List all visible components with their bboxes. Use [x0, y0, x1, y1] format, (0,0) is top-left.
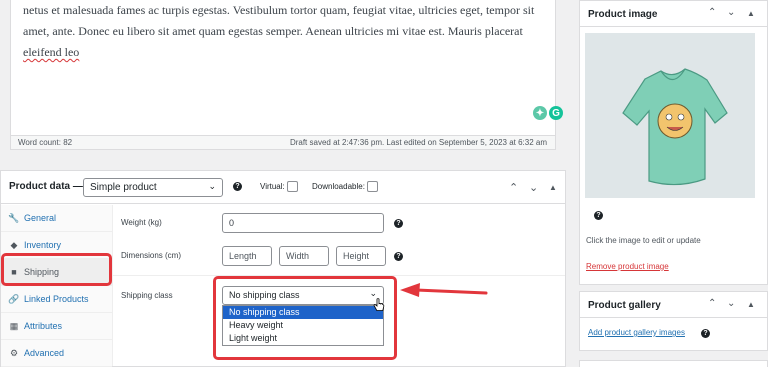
editor-text[interactable]: netus et malesuada fames ac turpis egest…	[23, 0, 545, 63]
annotation-arrow-icon	[400, 283, 488, 297]
tab-label: Linked Products	[24, 294, 89, 304]
product-image-header: Product image ⌃ ⌄ ▲	[580, 1, 767, 27]
toggle-panel-icon[interactable]: ▲	[549, 183, 557, 192]
height-input[interactable]: Height	[336, 246, 386, 266]
tab-label: Inventory	[24, 240, 62, 250]
help-icon[interactable]: ?	[394, 219, 403, 228]
product-gallery-header: Product gallery ⌃ ⌄ ▲	[580, 292, 767, 318]
chevron-down-icon[interactable]: ⌄	[727, 7, 735, 18]
toggle-panel-icon[interactable]: ▲	[747, 300, 755, 309]
chevron-up-icon[interactable]: ⌃	[509, 181, 518, 194]
product-data-header: Product data — Simple product ⌄ ? Virtua…	[1, 171, 565, 204]
dimensions-label: Dimensions (cm)	[121, 251, 182, 260]
shipping-class-label: Shipping class	[121, 291, 173, 300]
chevron-down-icon[interactable]: ⌄	[529, 181, 538, 194]
width-input[interactable]: Width	[279, 246, 329, 266]
shipping-tab-highlight	[1, 253, 112, 286]
tab-attributes[interactable]: ▦ Attributes	[1, 313, 112, 340]
length-input[interactable]: Length	[222, 246, 272, 266]
shipping-class-highlight	[213, 276, 397, 360]
tab-general[interactable]: 🔧 General	[1, 205, 112, 232]
weight-input[interactable]: 0	[222, 213, 384, 233]
product-image-title: Product image	[588, 9, 658, 20]
help-icon[interactable]: ?	[233, 182, 242, 191]
tab-linked-products[interactable]: 🔗 Linked Products	[1, 286, 112, 313]
toggle-panel-icon[interactable]: ▲	[747, 9, 755, 18]
downloadable-label: Downloadable:	[312, 182, 365, 191]
product-gallery-title: Product gallery	[588, 300, 661, 311]
chevron-up-icon[interactable]: ⌃	[708, 7, 716, 18]
editor-line-1: netus et malesuada fames ac turpis egest…	[23, 3, 535, 17]
chevron-up-icon[interactable]: ⌃	[708, 298, 716, 309]
downloadable-checkbox[interactable]	[366, 181, 378, 192]
editor-line-2: amet, ante. Donec eu libero sit amet qua…	[23, 24, 523, 38]
chevron-down-icon: ⌄	[208, 181, 216, 191]
editor-line-3: eleifend leo	[23, 45, 80, 59]
table-icon: ▦	[9, 320, 19, 331]
chevron-down-icon[interactable]: ⌄	[727, 298, 735, 309]
add-gallery-images-link[interactable]: Add product gallery images	[588, 328, 685, 337]
virtual-label: Virtual:	[260, 182, 285, 191]
grammarly-insight-icon[interactable]: ✦	[533, 106, 547, 120]
content-editor[interactable]: netus et malesuada fames ac turpis egest…	[10, 0, 563, 150]
remove-product-image-link[interactable]: Remove product image	[586, 262, 669, 271]
word-count: Word count: 82	[18, 138, 73, 147]
tshirt-image	[622, 68, 728, 186]
help-icon[interactable]: ?	[701, 329, 710, 338]
product-image-hint: Click the image to edit or update	[586, 236, 701, 245]
wrench-icon: 🔧	[8, 212, 20, 223]
draft-saved-status: Draft saved at 2:47:36 pm. Last edited o…	[289, 138, 547, 147]
help-icon[interactable]: ?	[594, 211, 603, 220]
product-data-title: Product data —	[9, 181, 83, 192]
grammarly-icon[interactable]: G	[549, 106, 563, 120]
virtual-checkbox-group[interactable]: Virtual:	[260, 181, 298, 192]
gear-icon: ⚙	[9, 347, 19, 358]
tab-label: General	[24, 213, 57, 223]
tag-icon: ◆	[10, 239, 18, 250]
next-sidebar-box	[579, 360, 768, 367]
tab-advanced[interactable]: ⚙ Advanced	[1, 340, 112, 367]
virtual-checkbox[interactable]	[286, 181, 298, 192]
product-gallery-box: Product gallery ⌃ ⌄ ▲ Add product galler…	[579, 291, 768, 351]
tab-label: Attributes	[24, 321, 63, 331]
tab-label: Advanced	[24, 348, 65, 358]
product-type-value: Simple product	[90, 182, 157, 193]
product-type-select[interactable]: Simple product ⌄	[83, 178, 223, 197]
link-icon: 🔗	[8, 293, 20, 304]
product-image-box: Product image ⌃ ⌄ ▲ ? Click the image to…	[579, 0, 768, 285]
editor-status-bar: Word count: 82 Draft saved at 2:47:36 pm…	[11, 135, 555, 149]
help-icon[interactable]: ?	[394, 252, 403, 261]
downloadable-checkbox-group[interactable]: Downloadable:	[312, 181, 378, 192]
product-image-thumbnail[interactable]	[585, 33, 755, 198]
weight-label: Weight (kg)	[121, 218, 162, 227]
